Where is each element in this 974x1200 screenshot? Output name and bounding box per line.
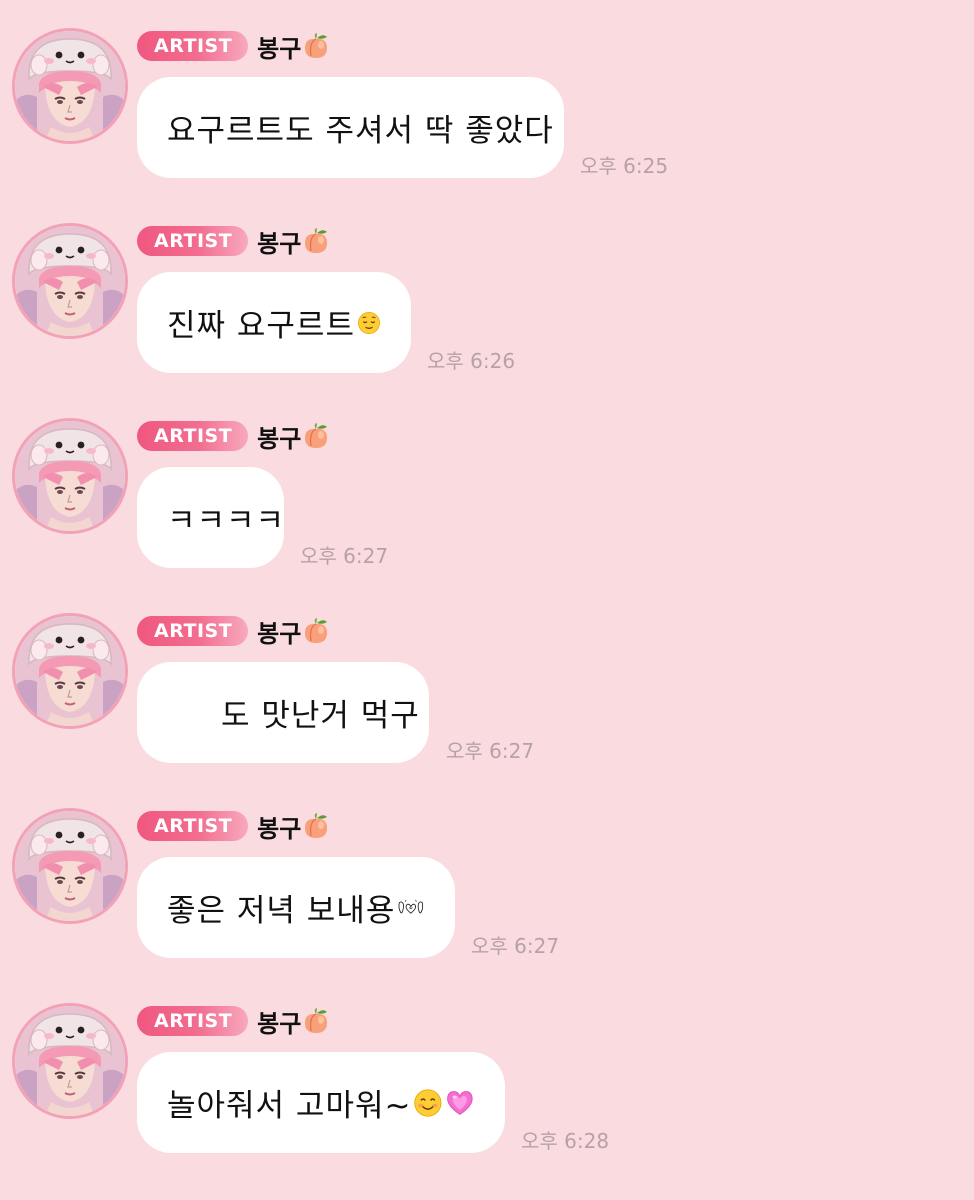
chat-message-list[interactable]: ARTIST 봉구 요구르트도 주셔서 딱 좋았다 오후 6:25 ARTIST… [0,0,974,1200]
message-text: 요구르트도 주셔서 딱 좋았다 [167,113,554,149]
artist-avatar[interactable] [12,223,128,339]
sender-row: ARTIST 봉구 [137,809,330,843]
message-text: ㅋㅋㅋㅋ [167,503,286,539]
avatar-image [15,226,125,336]
artist-badge: ARTIST [137,1006,249,1036]
sender-name[interactable]: 봉구 [257,224,301,259]
sender-row: ARTIST 봉구 [137,1004,330,1038]
message-timestamp: 오후 6:25 [580,154,669,178]
message-bubble[interactable]: 도 맛난거 먹구 [137,662,429,763]
artist-avatar[interactable] [12,808,128,924]
heart-hands-doodle-icon [397,893,425,923]
chat-message: ARTIST 봉구 ㅋㅋㅋㅋ 오후 6:27 [0,390,974,585]
artist-badge: ARTIST [137,31,249,61]
peach-icon [302,812,330,840]
chat-message: ARTIST 봉구 진짜 요구르트 오후 6:26 [0,195,974,390]
chat-message: ARTIST 봉구 요구르트도 주셔서 딱 좋았다 오후 6:25 [0,0,974,195]
message-timestamp: 오후 6:26 [427,349,516,373]
sender-name[interactable]: 봉구 [257,419,301,454]
message-text: 도 맛난거 먹구 [221,698,420,734]
avatar-image [15,31,125,141]
chat-message: ARTIST 봉구 놀아줘서 고마워~ 오후 6:28 [0,975,974,1170]
message-text: 놀아줘서 고마워~ [167,1088,412,1124]
chat-message: ARTIST 봉구 도 맛난거 먹구 오후 6:27 [0,585,974,780]
peach-icon [302,227,330,255]
artist-avatar[interactable] [12,418,128,534]
peach-icon [302,1007,330,1035]
sender-name[interactable]: 봉구 [257,809,301,844]
message-timestamp: 오후 6:27 [446,739,535,763]
chat-message: ARTIST 봉구 좋은 저녁 보내용 오후 6:27 [0,780,974,975]
message-timestamp: 오후 6:27 [300,544,389,568]
sender-name[interactable]: 봉구 [257,614,301,649]
artist-avatar[interactable] [12,28,128,144]
sender-row: ARTIST 봉구 [137,29,330,63]
avatar-image [15,421,125,531]
avatar-image [15,1006,125,1116]
smiling-face-icon [413,1085,443,1121]
message-bubble[interactable]: 놀아줘서 고마워~ [137,1052,505,1153]
message-bubble[interactable]: 요구르트도 주셔서 딱 좋았다 [137,77,564,178]
avatar-image [15,616,125,726]
peach-icon [302,422,330,450]
sender-row: ARTIST 봉구 [137,419,330,453]
message-timestamp: 오후 6:27 [471,934,560,958]
sender-name[interactable]: 봉구 [257,29,301,64]
artist-badge: ARTIST [137,226,249,256]
sender-name[interactable]: 봉구 [257,1004,301,1039]
peach-icon [302,32,330,60]
message-timestamp: 오후 6:28 [521,1129,610,1153]
message-text: 진짜 요구르트 [167,308,355,344]
message-bubble[interactable]: ㅋㅋㅋㅋ [137,467,284,568]
artist-badge: ARTIST [137,811,249,841]
message-text: 좋은 저녁 보내용 [167,893,396,929]
message-bubble[interactable]: 좋은 저녁 보내용 [137,857,455,958]
sender-row: ARTIST 봉구 [137,224,330,258]
message-bubble[interactable]: 진짜 요구르트 [137,272,411,373]
artist-badge: ARTIST [137,616,249,646]
relieved-face-icon [357,305,381,341]
avatar-image [15,811,125,921]
artist-avatar[interactable] [12,613,128,729]
artist-avatar[interactable] [12,1003,128,1119]
pink-heart-icon [445,1085,475,1121]
artist-badge: ARTIST [137,421,249,451]
peach-icon [302,617,330,645]
sender-row: ARTIST 봉구 [137,614,330,648]
